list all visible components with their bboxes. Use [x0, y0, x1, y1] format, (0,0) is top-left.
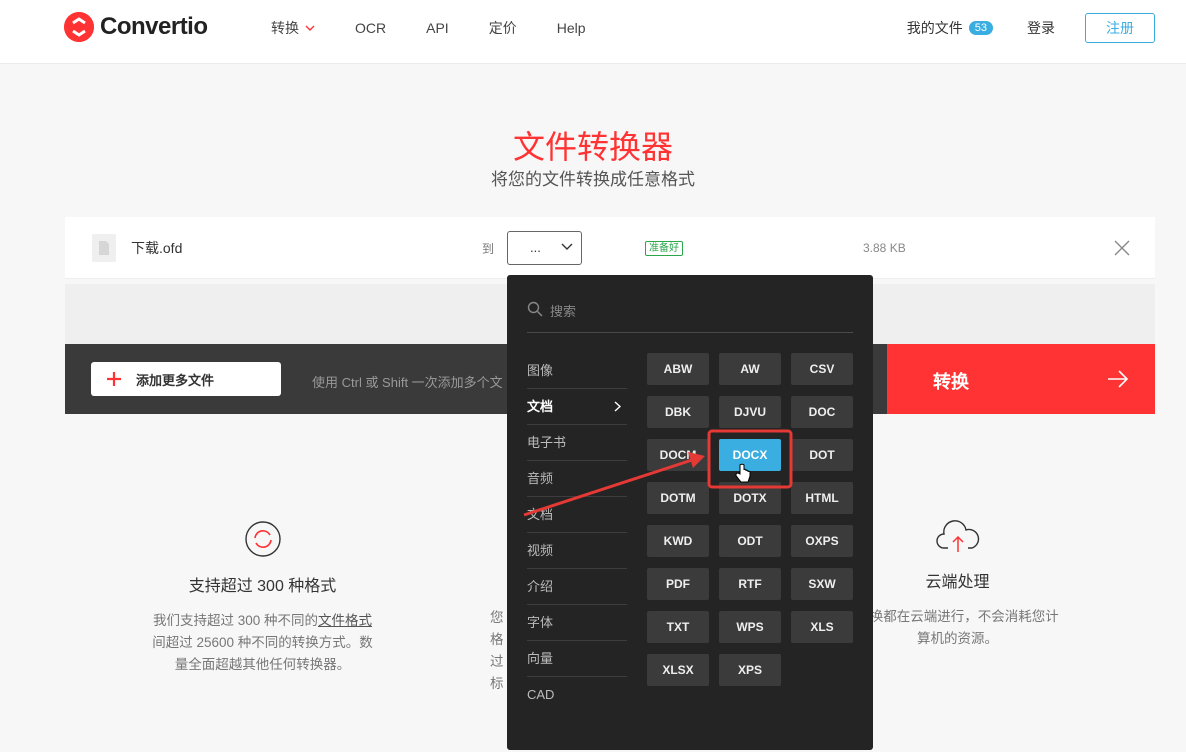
feature-fragment: 您 格 过 标	[490, 607, 504, 695]
format-option-xls[interactable]: XLS	[791, 611, 853, 643]
format-option-wps[interactable]: WPS	[719, 611, 781, 643]
nav-pricing[interactable]: 定价	[489, 18, 517, 38]
to-label: 到	[482, 242, 495, 256]
header-right: 我的文件 53 登录 注册	[907, 13, 1155, 43]
format-option-pdf[interactable]: PDF	[647, 568, 709, 600]
feature-desc-text: 间超过 25600 种不同的转换方式。数	[152, 635, 373, 650]
feature-desc-text: 转换都在云端进行，不会消耗您计	[856, 609, 1059, 624]
top-header: Convertio 转换 OCR API 定价 Help 我的文件 53 登录 …	[0, 0, 1186, 64]
category-item[interactable]: CAD	[527, 677, 627, 713]
feature-fragment-text: 过	[490, 654, 504, 669]
format-option-docm[interactable]: DOCM	[647, 439, 709, 471]
file-icon	[92, 234, 116, 262]
format-option-dbk[interactable]: DBK	[647, 396, 709, 428]
category-item[interactable]: 向量	[527, 641, 627, 677]
convert-label: 转换	[933, 372, 969, 392]
format-option-csv[interactable]: CSV	[791, 353, 853, 385]
format-dropdown: 搜索 图像 文档 电子书 音频 文档 视频 介绍 字体 向量 CAD ABW AW…	[507, 275, 873, 750]
category-item[interactable]: 电子书	[527, 425, 627, 461]
file-name: 下载.ofd	[131, 240, 183, 256]
convert-button[interactable]: 转换	[887, 344, 1155, 414]
category-label: 文档	[527, 399, 554, 414]
format-select-value: ...	[530, 240, 541, 255]
logo-text: Convertio	[100, 13, 208, 40]
feature-fragment-text: 您	[490, 610, 504, 625]
convertio-logo-icon	[64, 12, 94, 42]
category-item[interactable]: 视频	[527, 533, 627, 569]
file-row: 下载.ofd 到 ... 准备好 3.88 KB	[65, 217, 1155, 279]
format-option-xlsx[interactable]: XLSX	[647, 654, 709, 686]
nav-convert[interactable]: 转换	[271, 18, 315, 38]
file-size: 3.88 KB	[863, 241, 906, 255]
format-option-kwd[interactable]: KWD	[647, 525, 709, 557]
logo[interactable]: Convertio	[64, 12, 208, 42]
arrow-right-icon	[1108, 370, 1129, 388]
format-option-xps[interactable]: XPS	[719, 654, 781, 686]
feature-title: 云端处理	[925, 574, 990, 591]
format-option-djvu[interactable]: DJVU	[719, 396, 781, 428]
category-item-active[interactable]: 文档	[527, 389, 627, 425]
format-option-oxps[interactable]: OXPS	[791, 525, 853, 557]
feature-cloud: 云端处理 转换都在云端进行，不会消耗您计 算机的资源。	[850, 520, 1065, 650]
format-option-dotx[interactable]: DOTX	[719, 482, 781, 514]
my-files-label: 我的文件	[906, 20, 963, 36]
plus-icon	[107, 372, 121, 386]
format-option-sxw[interactable]: SXW	[791, 568, 853, 600]
category-item[interactable]: 字体	[527, 605, 627, 641]
format-option-doc[interactable]: DOC	[791, 396, 853, 428]
nav-ocr[interactable]: OCR	[355, 20, 386, 36]
feature-description: 我们支持超过 300 种不同的文件格式 间超过 25600 种不同的转换方式。数…	[120, 610, 405, 676]
format-option-html[interactable]: HTML	[791, 482, 853, 514]
category-item[interactable]: 介绍	[527, 569, 627, 605]
login-link[interactable]: 登录	[1027, 18, 1055, 38]
format-option-txt[interactable]: TXT	[647, 611, 709, 643]
output-format-select[interactable]: ...	[507, 231, 582, 265]
feature-desc-text: 算机的资源。	[917, 631, 998, 646]
format-option-dotm[interactable]: DOTM	[647, 482, 709, 514]
nav-api[interactable]: API	[426, 20, 449, 36]
my-files-link[interactable]: 我的文件 53	[907, 18, 993, 38]
nav-convert-label: 转换	[271, 20, 299, 36]
status-badge: 准备好	[645, 241, 683, 256]
chevron-down-icon	[305, 25, 315, 31]
category-item[interactable]: 音频	[527, 461, 627, 497]
chevron-right-icon	[614, 401, 621, 412]
format-option-dot[interactable]: DOT	[791, 439, 853, 471]
format-option-docx[interactable]: DOCX	[719, 439, 781, 471]
feature-formats: 支持超过 300 种格式 我们支持超过 300 种不同的文件格式 间超过 256…	[120, 520, 405, 676]
category-item[interactable]: 图像	[527, 353, 627, 389]
format-option-odt[interactable]: ODT	[719, 525, 781, 557]
file-formats-link[interactable]: 文件格式	[318, 613, 372, 628]
search-placeholder: 搜索	[550, 304, 577, 319]
feature-fragment-text: 标	[490, 676, 504, 691]
chevron-down-icon	[561, 243, 573, 250]
feature-desc-text: 量全面超越其他任何转换器。	[174, 657, 351, 672]
category-list: 图像 文档 电子书 音频 文档 视频 介绍 字体 向量 CAD	[527, 353, 627, 713]
cloud-upload-icon	[935, 520, 979, 552]
format-search[interactable]: 搜索	[527, 297, 853, 333]
search-icon	[527, 301, 543, 317]
add-more-files-button[interactable]: 添加更多文件	[91, 362, 281, 396]
file-count-badge: 53	[968, 21, 993, 35]
format-option-rtf[interactable]: RTF	[719, 568, 781, 600]
feature-fragment-text: 格	[490, 632, 504, 647]
add-more-files-label: 添加更多文件	[136, 372, 215, 388]
multi-select-hint: 使用 Ctrl 或 Shift 一次添加多个文	[312, 375, 503, 390]
category-item[interactable]: 文档	[527, 497, 627, 533]
main-nav: 转换 OCR API 定价 Help	[271, 0, 626, 56]
format-option-abw[interactable]: ABW	[647, 353, 709, 385]
page-title: 文件转换器	[512, 129, 673, 165]
feature-desc-text: 我们支持超过 300 种不同的	[152, 613, 319, 628]
close-icon[interactable]	[1114, 240, 1130, 256]
feature-description: 转换都在云端进行，不会消耗您计 算机的资源。	[850, 606, 1065, 650]
signup-button[interactable]: 注册	[1085, 13, 1155, 43]
page-subtitle: 将您的文件转换成任意格式	[491, 170, 695, 189]
refresh-icon	[244, 521, 281, 557]
nav-help[interactable]: Help	[557, 20, 586, 36]
feature-title: 支持超过 300 种格式	[188, 578, 337, 595]
format-option-aw[interactable]: AW	[719, 353, 781, 385]
